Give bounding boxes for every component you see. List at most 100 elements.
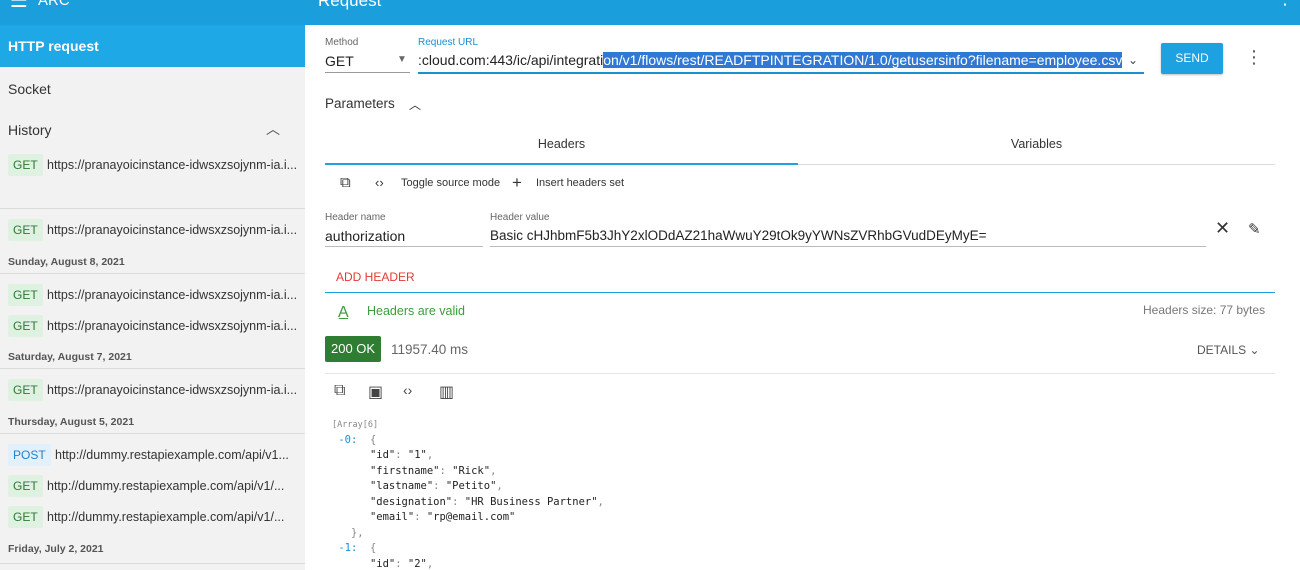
- save-icon[interactable]: ▣: [368, 382, 383, 402]
- method-badge: GET: [8, 475, 43, 497]
- json-token[interactable]: -1:: [338, 542, 363, 554]
- json-token: ,: [490, 464, 497, 477]
- history-url: https://pranayoicinstance-idwsxzsojynm-i…: [47, 383, 298, 397]
- history-item[interactable]: GET https://pranayoicinstance-idwsxzsojyn…: [0, 215, 305, 246]
- json-token: :: [439, 464, 453, 477]
- method-label: Method: [325, 37, 359, 48]
- sidebar: HTTP request Socket History ︿ GET https:/…: [0, 25, 305, 570]
- method-badge: POST: [8, 444, 51, 466]
- details-label: DETAILS: [1197, 343, 1247, 357]
- chevron-up-icon[interactable]: ︿: [409, 96, 421, 113]
- dropdown-arrow-icon[interactable]: ▼: [397, 54, 407, 65]
- header-name-underline: [325, 246, 483, 247]
- header-value-input[interactable]: Basic cHJhbmF5b3JhY2xlODdAZ21haWwuY29tOk…: [490, 228, 987, 243]
- header-value-label: Header value: [490, 212, 550, 223]
- method-badge: GET: [8, 506, 43, 528]
- history-divider: [0, 273, 305, 274]
- history-divider: [0, 208, 305, 209]
- method-badge: GET: [8, 219, 43, 241]
- code-icon[interactable]: ‹›: [403, 382, 412, 398]
- request-url-input[interactable]: :cloud.com:443/ic/api/integration/v1/flo…: [418, 52, 1128, 72]
- history-url: http://dummy.restapiexample.com/api/v1/.…: [47, 510, 285, 524]
- code-icon[interactable]: ‹›: [375, 175, 384, 190]
- toggle-source-mode-button[interactable]: Toggle source mode: [401, 177, 500, 189]
- json-token: [Array[6]: [332, 420, 379, 430]
- copy-icon[interactable]: ⧉: [334, 382, 345, 400]
- json-token: {: [363, 433, 377, 446]
- json-token: ,: [426, 449, 434, 461]
- json-token[interactable]: -0:: [338, 434, 363, 446]
- json-token: ,: [426, 557, 434, 570]
- tab-variables[interactable]: Variables: [798, 137, 1275, 151]
- history-divider: [0, 368, 305, 369]
- top-app-bar: ☰ ARC Request ⋮: [0, 0, 1300, 25]
- history-item[interactable]: GET https://pranayoicinstance-idwsxzsojyn…: [0, 375, 305, 406]
- history-url: http://dummy.restapiexample.com/api/v1..…: [55, 448, 289, 462]
- menu-icon[interactable]: ☰: [10, 0, 28, 13]
- history-item[interactable]: GET https://pranayoicinstance-idwsxzsojyn…: [0, 311, 305, 342]
- history-item[interactable]: GET http://dummy.restapiexample.com/api/v…: [0, 471, 305, 502]
- history-item[interactable]: POST http://dummy.restapiexample.com/api/…: [0, 440, 305, 471]
- json-token: "id": [369, 557, 396, 570]
- history-divider: [0, 433, 305, 434]
- sidebar-item-http-request[interactable]: HTTP request: [0, 25, 305, 67]
- tab-active-indicator: [325, 163, 798, 165]
- method-underline: [325, 72, 410, 73]
- url-text: :cloud.com:443/ic/api/integrati: [418, 52, 604, 68]
- json-line: -0: {: [332, 433, 604, 449]
- json-token: {: [363, 542, 377, 554]
- more-options-icon[interactable]: ⋮: [1276, 0, 1294, 9]
- json-line: "id": "2",: [332, 557, 604, 570]
- parameters-toggle[interactable]: Parameters: [325, 96, 395, 111]
- history-date-label: Thursday, August 5, 2021: [8, 416, 135, 428]
- details-button[interactable]: DETAILS ⌄: [1197, 343, 1260, 357]
- response-json-view: [Array[6] -0: { "id": "1", "firstname": …: [332, 417, 604, 570]
- response-divider: [325, 373, 1275, 374]
- json-token: "rp@email.com": [426, 511, 516, 523]
- json-line: [Array[6]: [332, 417, 604, 433]
- insert-headers-set-button[interactable]: Insert headers set: [536, 177, 624, 189]
- json-token: :: [414, 511, 427, 523]
- sidebar-item-history[interactable]: History: [0, 122, 305, 138]
- add-header-button[interactable]: ADD HEADER: [336, 270, 415, 284]
- status-badge: 200 OK: [325, 336, 382, 362]
- history-url: https://pranayoicinstance-idwsxzsojynm-i…: [47, 223, 298, 237]
- header-name-input[interactable]: authorization: [325, 228, 405, 244]
- tab-headers[interactable]: Headers: [325, 137, 798, 151]
- json-token: "firstname": [369, 464, 440, 477]
- edit-icon[interactable]: ✎: [1248, 220, 1261, 238]
- app-name: ARC: [38, 0, 70, 9]
- url-label: Request URL: [418, 37, 479, 48]
- send-button[interactable]: SEND: [1161, 43, 1223, 74]
- chevron-up-icon[interactable]: ︿: [266, 119, 280, 139]
- history-item[interactable]: GET http://dummy.restapiexample.com/api/v…: [0, 502, 305, 533]
- request-menu-icon[interactable]: ⋮: [1245, 47, 1263, 68]
- json-token: "Rick": [452, 464, 491, 477]
- close-icon[interactable]: ✕: [1215, 218, 1230, 239]
- json-line: "firstname": "Rick",: [332, 464, 604, 480]
- sidebar-item-socket[interactable]: Socket: [0, 81, 305, 97]
- json-line: "id": "1",: [332, 448, 604, 464]
- request-panel: Method GET ▼ Request URL :cloud.com:443/…: [305, 25, 1300, 570]
- columns-icon[interactable]: ▥: [439, 382, 454, 402]
- url-selected-text: on/v1/flows/rest/READFTPINTEGRATION/1.0/…: [603, 52, 1123, 68]
- json-line: },: [332, 526, 604, 542]
- json-token: :: [395, 449, 408, 461]
- json-token: :: [433, 480, 446, 492]
- plus-icon[interactable]: +: [512, 173, 522, 193]
- method-select[interactable]: GET: [325, 53, 354, 69]
- method-badge: GET: [8, 315, 43, 337]
- headers-divider: [325, 292, 1275, 293]
- history-url: https://pranayoicinstance-idwsxzsojynm-i…: [47, 288, 298, 302]
- app-root: ☰ ARC Request ⋮ HTTP request Socket Hist…: [0, 0, 1300, 570]
- header-value-underline: [490, 246, 1206, 247]
- copy-icon[interactable]: ⧉: [340, 174, 351, 191]
- json-token: "HR Business Partner": [464, 495, 598, 508]
- json-token: "1": [407, 449, 427, 461]
- history-item[interactable]: GET https://pranayoicinstance-idwsxzsojyn…: [0, 280, 305, 311]
- chevron-down-icon[interactable]: ⌄: [1128, 53, 1138, 67]
- history-item[interactable]: GET https://pranayoicinstance-idwsxzsojyn…: [0, 150, 305, 181]
- json-token: :: [395, 557, 408, 570]
- method-badge: GET: [8, 284, 43, 306]
- url-underline: [418, 72, 1144, 74]
